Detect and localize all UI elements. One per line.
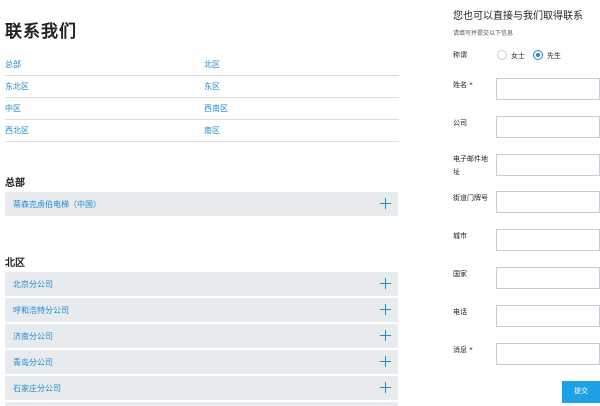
field-label-phone: 电话 bbox=[453, 308, 467, 316]
accordion-item-label: 青岛分公司 bbox=[13, 358, 53, 367]
salutation-label: 称谓 bbox=[453, 51, 467, 59]
plus-icon bbox=[380, 304, 391, 315]
city-field[interactable] bbox=[496, 229, 600, 251]
region-row: 西北区 南区 bbox=[5, 120, 399, 142]
accordion-item-label: 呼和浩特分公司 bbox=[13, 306, 69, 315]
accordion-item[interactable]: 济南分公司 bbox=[5, 324, 398, 348]
accordion-item-label: 蒂森克虏伯电梯（中国） bbox=[13, 200, 101, 209]
email-field[interactable] bbox=[496, 154, 600, 176]
accordion-item[interactable]: 青岛分公司 bbox=[5, 350, 398, 374]
country-field[interactable] bbox=[496, 267, 600, 289]
field-label-company: 公司 bbox=[453, 119, 467, 127]
region-link-north[interactable]: 北区 bbox=[204, 59, 220, 70]
salutation-radio-ms[interactable] bbox=[497, 50, 507, 60]
field-label-country: 国家 bbox=[453, 270, 467, 278]
section-title-hq: 总部 bbox=[5, 178, 25, 189]
region-table: 总部 北区 东北区 东区 中区 西南区 西北区 南区 bbox=[5, 54, 399, 142]
field-label-city: 城市 bbox=[453, 232, 467, 240]
street-field[interactable] bbox=[496, 191, 600, 213]
accordion-item-partial[interactable] bbox=[5, 402, 398, 406]
salutation-option-mr: 先生 bbox=[547, 52, 561, 60]
form-subtitle: 请填写并提交以下信息 bbox=[453, 30, 514, 37]
region-row: 东北区 东区 bbox=[5, 76, 399, 98]
field-label-email: 电子邮件地址 bbox=[453, 155, 488, 176]
region-row: 总部 北区 bbox=[5, 54, 399, 76]
plus-icon bbox=[380, 330, 391, 341]
section-title-north: 北区 bbox=[5, 258, 25, 269]
message-field[interactable] bbox=[496, 343, 600, 365]
field-label-name: 姓名 * bbox=[453, 81, 473, 89]
region-link-southwest[interactable]: 西南区 bbox=[204, 103, 228, 114]
accordion-item[interactable]: 石家庄分公司 bbox=[5, 376, 398, 400]
salutation-radio-mr[interactable] bbox=[533, 50, 543, 60]
region-link-south[interactable]: 南区 bbox=[204, 125, 220, 136]
plus-icon bbox=[380, 198, 391, 209]
field-label-message: 消息 * bbox=[453, 346, 473, 354]
accordion-item[interactable]: 呼和浩特分公司 bbox=[5, 298, 398, 322]
region-link-east[interactable]: 东区 bbox=[204, 81, 220, 92]
accordion-item-label: 济南分公司 bbox=[13, 332, 53, 341]
form-title: 您也可以直接与我们取得联系 bbox=[453, 11, 583, 22]
field-label-street: 街道门牌号 bbox=[453, 194, 488, 202]
accordion-item-label: 北京分公司 bbox=[13, 280, 53, 289]
region-row: 中区 西南区 bbox=[5, 98, 399, 120]
plus-icon bbox=[380, 382, 391, 393]
page-title: 联系我们 bbox=[5, 22, 77, 42]
plus-icon bbox=[380, 356, 391, 367]
salutation-option-ms: 女士 bbox=[511, 52, 525, 60]
region-link-northwest[interactable]: 西北区 bbox=[5, 125, 29, 136]
region-link-northeast[interactable]: 东北区 bbox=[5, 81, 29, 92]
phone-field[interactable] bbox=[496, 305, 600, 327]
name-field[interactable] bbox=[496, 78, 600, 100]
accordion-item[interactable]: 北京分公司 bbox=[5, 272, 398, 296]
accordion-item-label: 石家庄分公司 bbox=[13, 384, 61, 393]
region-link-hq[interactable]: 总部 bbox=[5, 59, 21, 70]
submit-button[interactable]: 提交 bbox=[562, 381, 600, 403]
company-field[interactable] bbox=[496, 116, 600, 138]
accordion-item[interactable]: 蒂森克虏伯电梯（中国） bbox=[5, 192, 398, 216]
region-link-central[interactable]: 中区 bbox=[5, 103, 21, 114]
plus-icon bbox=[380, 278, 391, 289]
